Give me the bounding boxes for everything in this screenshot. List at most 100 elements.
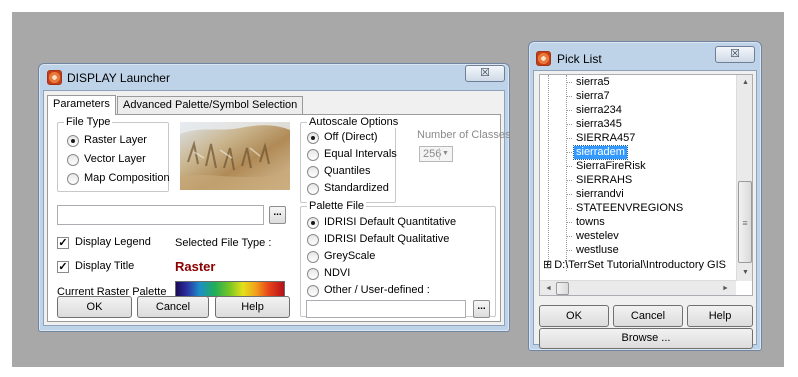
radio-label: GreyScale: [324, 250, 376, 262]
display-legend-checkbox[interactable]: ✓ Display Legend: [57, 236, 151, 249]
palette-file-input[interactable]: [306, 300, 466, 318]
file-type-group: File Type Raster Layer Vector Layer Map …: [57, 116, 170, 192]
browse-file-button[interactable]: ...: [269, 206, 286, 224]
tree-guide-line: [566, 75, 567, 271]
radio-button[interactable]: [307, 182, 319, 195]
radio-button[interactable]: [307, 148, 319, 161]
selected-file-type-value: Raster: [175, 259, 216, 274]
radio-button[interactable]: [307, 284, 319, 297]
radio-quantiles[interactable]: Quantiles: [307, 165, 370, 178]
pick-list-client: sierra5 sierra7 sierra234 sierra345 SIERRA45…: [533, 70, 757, 349]
tree-item[interactable]: westluse: [566, 244, 621, 257]
tree-guide-line: [548, 75, 549, 265]
pick-list-window: Pick List ☒ sierra5 sierra7 sierra234 sierr…: [528, 41, 762, 351]
radio-button[interactable]: [307, 233, 319, 246]
radio-label: Standardized: [324, 182, 389, 194]
number-of-classes-label: Number of Classes: [417, 129, 511, 141]
window-title: DISPLAY Launcher: [67, 71, 170, 85]
radio-button[interactable]: [307, 165, 319, 178]
radio-map-composition[interactable]: Map Composition: [67, 172, 170, 185]
radio-vector-layer[interactable]: Vector Layer: [67, 153, 146, 166]
radio-label: Map Composition: [84, 172, 170, 184]
radio-other-user-defined[interactable]: Other / User-defined :: [307, 284, 430, 297]
radio-equal-intervals[interactable]: Equal Intervals: [307, 148, 397, 161]
selected-file-type-label: Selected File Type :: [175, 237, 272, 249]
radio-label: IDRISI Default Qualitative: [324, 233, 450, 245]
tree-folder-item[interactable]: ⊞ D:\TerrSet Tutorial\Introductory GIS: [543, 259, 726, 272]
scroll-up-icon[interactable]: ▲: [737, 75, 752, 91]
tree-item[interactable]: sierra5: [566, 76, 612, 89]
radio-label: Equal Intervals: [324, 148, 397, 160]
raster-preview-thumbnail: [180, 122, 290, 190]
help-button[interactable]: Help: [215, 296, 290, 318]
radio-ndvi[interactable]: NDVI: [307, 267, 350, 280]
tree-item[interactable]: towns: [566, 216, 607, 229]
browse-button[interactable]: Browse ...: [539, 328, 753, 349]
palette-file-legend: Palette File: [307, 200, 367, 212]
radio-label: Vector Layer: [84, 153, 146, 165]
scroll-down-icon[interactable]: ▼: [737, 265, 752, 281]
chevron-down-icon: ▼: [439, 148, 451, 160]
horizontal-scrollbar[interactable]: ◄ ►: [540, 280, 736, 295]
checkbox-label: Display Legend: [75, 236, 151, 248]
file-name-input[interactable]: [57, 205, 264, 225]
radio-button[interactable]: [307, 216, 319, 229]
file-tree[interactable]: sierra5 sierra7 sierra234 sierra345 SIERRA45…: [539, 74, 753, 296]
radio-raster-layer[interactable]: Raster Layer: [67, 134, 147, 147]
title-bar[interactable]: Pick List ☒: [529, 42, 761, 68]
radio-standardized[interactable]: Standardized: [307, 182, 389, 195]
browse-palette-button[interactable]: ...: [473, 300, 490, 318]
tree-expand-icon[interactable]: ⊞: [543, 259, 552, 272]
title-bar[interactable]: DISPLAY Launcher ☒: [39, 64, 509, 90]
radio-button[interactable]: [307, 267, 319, 280]
dialog-client-area: Parameters Advanced Palette/Symbol Selec…: [43, 90, 511, 326]
radio-label: Quantiles: [324, 165, 371, 177]
file-type-legend: File Type: [64, 116, 113, 128]
close-button[interactable]: ☒: [465, 65, 505, 82]
idrisi-app-icon: [47, 70, 62, 85]
tree-item[interactable]: SierraFireRisk: [566, 160, 648, 173]
radio-button[interactable]: [67, 153, 79, 166]
tree-item[interactable]: sierra7: [566, 90, 612, 103]
checkbox[interactable]: ✓: [57, 236, 69, 249]
ok-button[interactable]: OK: [539, 305, 609, 327]
radio-label: NDVI: [324, 267, 351, 279]
tree-item[interactable]: STATEENVREGIONS: [565, 202, 685, 215]
tree-item[interactable]: SIERRA457: [565, 132, 637, 145]
radio-button[interactable]: [307, 131, 319, 144]
tree-item[interactable]: sierrandvi: [566, 188, 626, 201]
tree-item[interactable]: sierradem: [566, 145, 628, 160]
scroll-right-icon[interactable]: ►: [717, 281, 734, 295]
cancel-button[interactable]: Cancel: [137, 296, 209, 318]
tree-item[interactable]: sierra345: [566, 118, 624, 131]
display-title-checkbox[interactable]: ✓ Display Title: [57, 260, 134, 273]
scroll-left-icon[interactable]: ◄: [540, 281, 557, 295]
radio-button[interactable]: [307, 250, 319, 263]
tab-advanced-palette[interactable]: Advanced Palette/Symbol Selection: [117, 96, 304, 115]
radio-idrisi-quantitative[interactable]: IDRISI Default Quantitative: [307, 216, 456, 229]
display-launcher-window: DISPLAY Launcher ☒ Parameters Advanced P…: [38, 63, 511, 332]
tree-item[interactable]: westelev: [566, 230, 621, 243]
radio-greyscale[interactable]: GreyScale: [307, 250, 375, 263]
radio-label: Other / User-defined :: [324, 284, 430, 296]
tab-parameters[interactable]: Parameters: [47, 95, 116, 115]
close-button[interactable]: ☒: [715, 46, 755, 63]
scrollbar-thumb[interactable]: [556, 282, 569, 295]
checkbox[interactable]: ✓: [57, 260, 69, 273]
radio-label: Raster Layer: [84, 134, 147, 146]
radio-button[interactable]: [67, 134, 79, 147]
tree-item[interactable]: sierra234: [566, 104, 624, 117]
radio-idrisi-qualitative[interactable]: IDRISI Default Qualitative: [307, 233, 449, 246]
vertical-scrollbar[interactable]: ▲ ≡ ▼: [736, 75, 752, 281]
checkbox-label: Display Title: [75, 260, 135, 272]
idrisi-app-icon: [536, 51, 551, 66]
tree-item[interactable]: SIERRAHS: [565, 174, 634, 187]
help-button[interactable]: Help: [687, 305, 753, 327]
radio-label: IDRISI Default Quantitative: [324, 216, 457, 228]
radio-off-direct[interactable]: Off (Direct): [307, 131, 378, 144]
folder-label: D:\TerrSet Tutorial\Introductory GIS: [554, 259, 727, 271]
ok-button[interactable]: OK: [57, 296, 132, 318]
cancel-button[interactable]: Cancel: [613, 305, 683, 327]
radio-button[interactable]: [67, 172, 79, 185]
scrollbar-thumb[interactable]: ≡: [738, 181, 752, 263]
